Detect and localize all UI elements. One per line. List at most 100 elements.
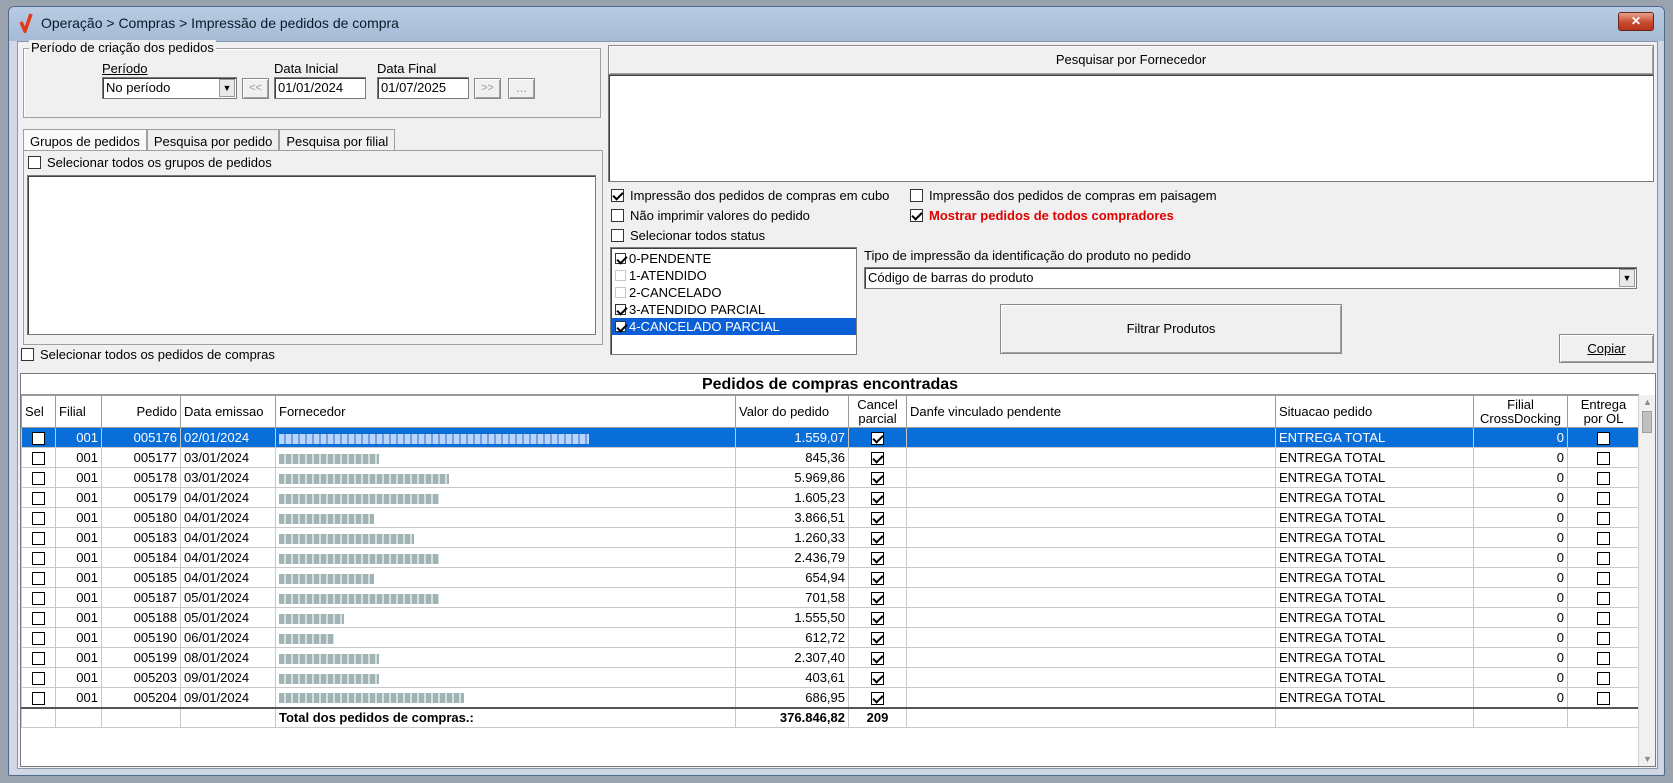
cell-situacao[interactable]: ENTREGA TOTAL	[1275, 467, 1474, 488]
more-button[interactable]: ...	[508, 78, 535, 99]
cell-crossdocking[interactable]: 0	[1473, 687, 1568, 708]
cell-entrega-ol[interactable]	[1567, 547, 1640, 568]
cancel-parcial-checkbox[interactable]	[871, 552, 884, 566]
cell-cancel-parcial[interactable]	[848, 667, 907, 688]
entrega-ol-checkbox[interactable]	[1597, 512, 1610, 526]
cell-entrega-ol[interactable]	[1567, 627, 1640, 648]
cell-valor[interactable]: 654,94	[735, 567, 849, 588]
row-select-checkbox[interactable]	[32, 691, 45, 705]
cell-data[interactable]: 05/01/2024	[180, 607, 276, 628]
table-row[interactable]: 001 005179 04/01/2024 1.605,23 ENTREGA TOTAL…	[21, 487, 1640, 508]
title-bar[interactable]: Operação > Compras > Impressão de pedido…	[9, 7, 1664, 41]
cell-pedido[interactable]: 005185	[101, 567, 181, 588]
entrega-ol-checkbox[interactable]	[1597, 552, 1610, 566]
cell-danfe[interactable]	[906, 567, 1276, 588]
cancel-parcial-checkbox[interactable]	[871, 652, 884, 666]
status-item-pendente[interactable]: 0-PENDENTE	[611, 250, 856, 267]
cell-entrega-ol[interactable]	[1567, 467, 1640, 488]
cell-crossdocking[interactable]: 0	[1473, 467, 1568, 488]
cell-data[interactable]: 09/01/2024	[180, 687, 276, 708]
cell-situacao[interactable]: ENTREGA TOTAL	[1275, 667, 1474, 688]
option-paisagem-checkbox[interactable]	[910, 189, 923, 202]
prev-period-button[interactable]: <<	[242, 78, 269, 99]
entrega-ol-checkbox[interactable]	[1597, 632, 1610, 646]
cell-entrega-ol[interactable]	[1567, 647, 1640, 668]
option-todos-compradores-checkbox[interactable]	[910, 209, 923, 222]
next-period-button[interactable]: >>	[474, 78, 501, 99]
cell-valor[interactable]: 686,95	[735, 687, 849, 708]
cell-fornecedor[interactable]	[275, 487, 736, 508]
cell-fornecedor[interactable]	[275, 427, 736, 448]
cell-entrega-ol[interactable]	[1567, 447, 1640, 468]
entrega-ol-checkbox[interactable]	[1597, 612, 1610, 626]
cell-valor[interactable]: 612,72	[735, 627, 849, 648]
status-item-cancelado-parcial[interactable]: 4-CANCELADO PARCIAL	[611, 318, 856, 335]
cell-fornecedor[interactable]	[275, 627, 736, 648]
row-select-checkbox[interactable]	[32, 652, 45, 666]
row-select-checkbox[interactable]	[32, 632, 45, 646]
cell-data[interactable]: 04/01/2024	[180, 547, 276, 568]
entrega-ol-checkbox[interactable]	[1597, 652, 1610, 666]
row-select-checkbox[interactable]	[32, 552, 45, 566]
cell-sel[interactable]	[21, 427, 56, 448]
table-row[interactable]: 001 005190 06/01/2024 612,72 ENTREGA TOTAL 0	[21, 627, 1640, 648]
cell-crossdocking[interactable]: 0	[1473, 587, 1568, 608]
cell-filial[interactable]: 001	[55, 567, 102, 588]
cell-fornecedor[interactable]	[275, 467, 736, 488]
select-all-orders-checkbox[interactable]	[21, 348, 34, 361]
cell-cancel-parcial[interactable]	[848, 607, 907, 628]
cell-sel[interactable]	[21, 587, 56, 608]
cell-situacao[interactable]: ENTREGA TOTAL	[1275, 687, 1474, 708]
option-nao-imprimir[interactable]: Não imprimir valores do pedido	[611, 208, 810, 223]
cell-fornecedor[interactable]	[275, 647, 736, 668]
cell-cancel-parcial[interactable]	[848, 467, 907, 488]
supplier-search-header[interactable]: Pesquisar por Fornecedor	[608, 45, 1654, 75]
copiar-button[interactable]: Copiar	[1559, 334, 1654, 363]
cancel-parcial-checkbox[interactable]	[871, 612, 884, 626]
filtrar-produtos-button[interactable]: Filtrar Produtos	[1000, 304, 1342, 354]
scroll-down-icon[interactable]: ▼	[1643, 754, 1652, 764]
cell-crossdocking[interactable]: 0	[1473, 627, 1568, 648]
row-select-checkbox[interactable]	[32, 532, 45, 546]
col-situacao[interactable]: Situacao pedido	[1275, 395, 1474, 428]
cell-situacao[interactable]: ENTREGA TOTAL	[1275, 647, 1474, 668]
cell-sel[interactable]	[21, 687, 56, 708]
cell-entrega-ol[interactable]	[1567, 427, 1640, 448]
table-row[interactable]: 001 005188 05/01/2024 1.555,50 ENTREGA TOTAL…	[21, 607, 1640, 628]
cell-entrega-ol[interactable]	[1567, 527, 1640, 548]
data-inicial-input[interactable]: 01/01/2024	[274, 77, 366, 99]
cell-danfe[interactable]	[906, 527, 1276, 548]
cell-sel[interactable]	[21, 627, 56, 648]
cell-danfe[interactable]	[906, 607, 1276, 628]
row-select-checkbox[interactable]	[32, 512, 45, 526]
option-cubo-checkbox[interactable]	[611, 189, 624, 202]
cell-crossdocking[interactable]: 0	[1473, 427, 1568, 448]
cell-data[interactable]: 04/01/2024	[180, 567, 276, 588]
cell-danfe[interactable]	[906, 587, 1276, 608]
cell-filial[interactable]: 001	[55, 487, 102, 508]
cell-cancel-parcial[interactable]	[848, 587, 907, 608]
cell-filial[interactable]: 001	[55, 647, 102, 668]
row-select-checkbox[interactable]	[32, 472, 45, 486]
col-valor[interactable]: Valor do pedido	[735, 395, 849, 428]
table-row[interactable]: 001 005177 03/01/2024 845,36 ENTREGA TOTAL 0	[21, 447, 1640, 468]
table-row[interactable]: 001 005185 04/01/2024 654,94 ENTREGA TOTAL 0	[21, 567, 1640, 588]
cell-data[interactable]: 06/01/2024	[180, 627, 276, 648]
cell-situacao[interactable]: ENTREGA TOTAL	[1275, 607, 1474, 628]
col-cancel-parcial[interactable]: Cancel parcial	[848, 395, 907, 428]
row-select-checkbox[interactable]	[32, 572, 45, 586]
data-final-input[interactable]: 01/07/2025	[377, 77, 469, 99]
row-select-checkbox[interactable]	[32, 492, 45, 506]
entrega-ol-checkbox[interactable]	[1597, 691, 1610, 705]
status-checkbox[interactable]	[615, 287, 626, 298]
cell-filial[interactable]: 001	[55, 587, 102, 608]
cell-sel[interactable]	[21, 487, 56, 508]
cell-data[interactable]: 02/01/2024	[180, 427, 276, 448]
cancel-parcial-checkbox[interactable]	[871, 572, 884, 586]
table-row[interactable]: 001 005178 03/01/2024 5.969,86 ENTREGA TOTAL…	[21, 467, 1640, 488]
cancel-parcial-checkbox[interactable]	[871, 432, 884, 446]
cell-fornecedor[interactable]	[275, 547, 736, 568]
cell-fornecedor[interactable]	[275, 607, 736, 628]
status-item-atendido[interactable]: 1-ATENDIDO	[611, 267, 856, 284]
entrega-ol-checkbox[interactable]	[1597, 572, 1610, 586]
